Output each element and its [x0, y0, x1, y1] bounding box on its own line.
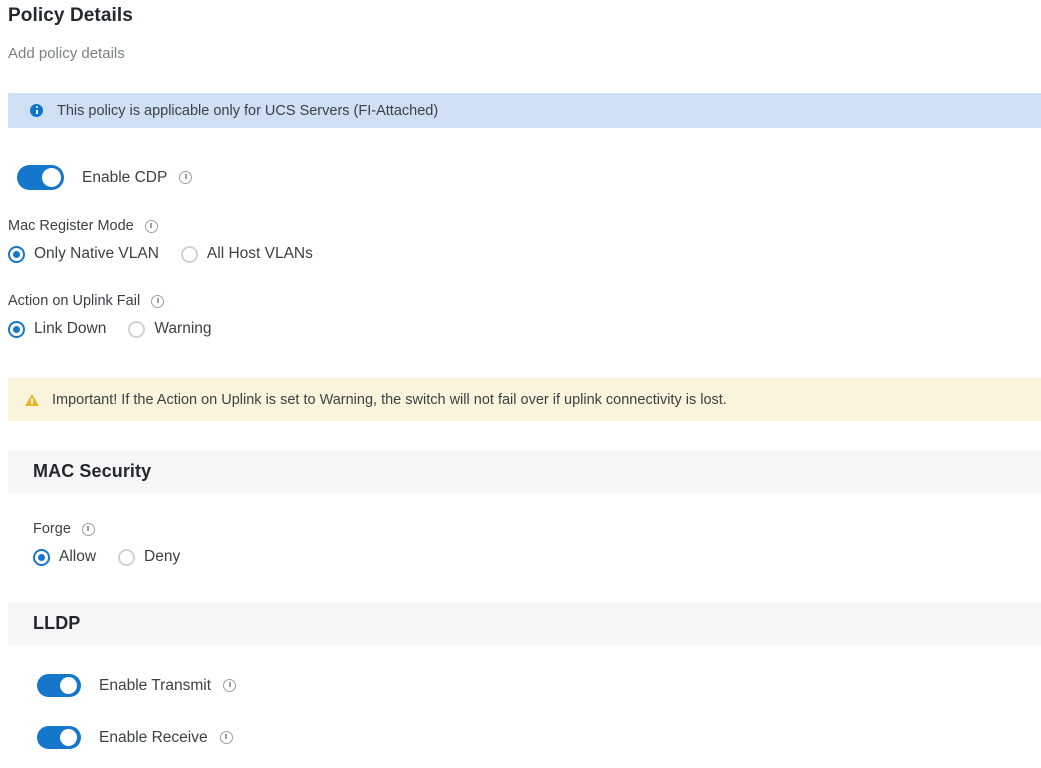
section-title: LLDP: [33, 613, 81, 633]
radio-label: Link Down: [34, 320, 107, 337]
enable-receive-toggle[interactable]: [37, 726, 81, 749]
radio-option-allow[interactable]: Allow: [33, 548, 96, 566]
mac-register-mode-group: Mac Register Mode Only Native VLAN All H…: [8, 218, 313, 263]
enable-cdp-row: Enable CDP: [17, 165, 193, 190]
enable-receive-label: Enable Receive: [99, 728, 208, 746]
action-on-uplink-fail-options: Link Down Warning: [8, 320, 212, 338]
toggle-knob: [60, 677, 77, 694]
help-info-icon[interactable]: [81, 522, 95, 536]
forge-label-row: Forge: [33, 521, 180, 537]
toggle-knob: [42, 168, 61, 187]
radio-indicator[interactable]: [180, 245, 198, 263]
radio-option-warning[interactable]: Warning: [128, 320, 212, 338]
forge-options: Allow Deny: [33, 548, 180, 566]
mac-register-mode-label: Mac Register Mode: [8, 218, 134, 234]
help-info-icon[interactable]: [219, 731, 233, 744]
forge-group: Forge Allow Deny: [33, 521, 180, 566]
enable-transmit-label: Enable Transmit: [99, 676, 211, 694]
section-title: MAC Security: [33, 461, 152, 481]
enable-cdp-label: Enable CDP: [82, 168, 168, 186]
info-banner-text: This policy is applicable only for UCS S…: [57, 102, 439, 119]
enable-receive-row: Enable Receive: [37, 726, 233, 749]
radio-label: Only Native VLAN: [34, 245, 159, 262]
radio-indicator[interactable]: [8, 320, 25, 338]
page-title: Policy Details: [8, 5, 133, 26]
warning-triangle-icon: [25, 393, 39, 406]
radio-option-deny[interactable]: Deny: [118, 548, 180, 566]
page-subtitle: Add policy details: [8, 45, 125, 62]
section-header-lldp: LLDP: [8, 602, 1041, 645]
enable-cdp-toggle[interactable]: [17, 165, 64, 190]
radio-indicator[interactable]: [33, 548, 50, 566]
radio-label: All Host VLANs: [206, 245, 313, 262]
radio-option-only-native-vlan[interactable]: Only Native VLAN: [8, 245, 159, 263]
info-banner: This policy is applicable only for UCS S…: [8, 93, 1041, 128]
radio-indicator[interactable]: [128, 320, 146, 338]
radio-label: Allow: [59, 548, 97, 565]
info-circle-icon: [30, 104, 43, 117]
radio-label: Warning: [154, 320, 212, 337]
help-info-icon[interactable]: [223, 679, 236, 692]
enable-transmit-row: Enable Transmit: [37, 674, 236, 697]
section-header-mac-security: MAC Security: [8, 450, 1041, 493]
radio-indicator[interactable]: [8, 245, 25, 263]
radio-option-link-down[interactable]: Link Down: [8, 320, 106, 338]
radio-indicator[interactable]: [118, 548, 136, 566]
help-info-icon[interactable]: [151, 294, 165, 308]
policy-details-page: Policy Details Add policy details This p…: [0, 0, 1041, 768]
mac-register-mode-label-row: Mac Register Mode: [8, 218, 313, 234]
mac-register-mode-options: Only Native VLAN All Host VLANs: [8, 245, 313, 263]
warning-banner-text: Important! If the Action on Uplink is se…: [52, 391, 727, 408]
action-on-uplink-fail-label: Action on Uplink Fail: [8, 293, 141, 309]
help-info-icon[interactable]: [144, 219, 158, 233]
toggle-knob: [60, 729, 77, 746]
radio-option-all-host-vlans[interactable]: All Host VLANs: [180, 245, 313, 263]
enable-transmit-toggle[interactable]: [37, 674, 81, 697]
action-on-uplink-fail-label-row: Action on Uplink Fail: [8, 293, 212, 309]
radio-label: Deny: [144, 548, 181, 565]
forge-label: Forge: [33, 521, 71, 537]
action-on-uplink-fail-group: Action on Uplink Fail Link Down Warning: [8, 293, 212, 338]
help-info-icon[interactable]: [179, 171, 193, 184]
warning-banner: Important! If the Action on Uplink is se…: [8, 378, 1041, 421]
